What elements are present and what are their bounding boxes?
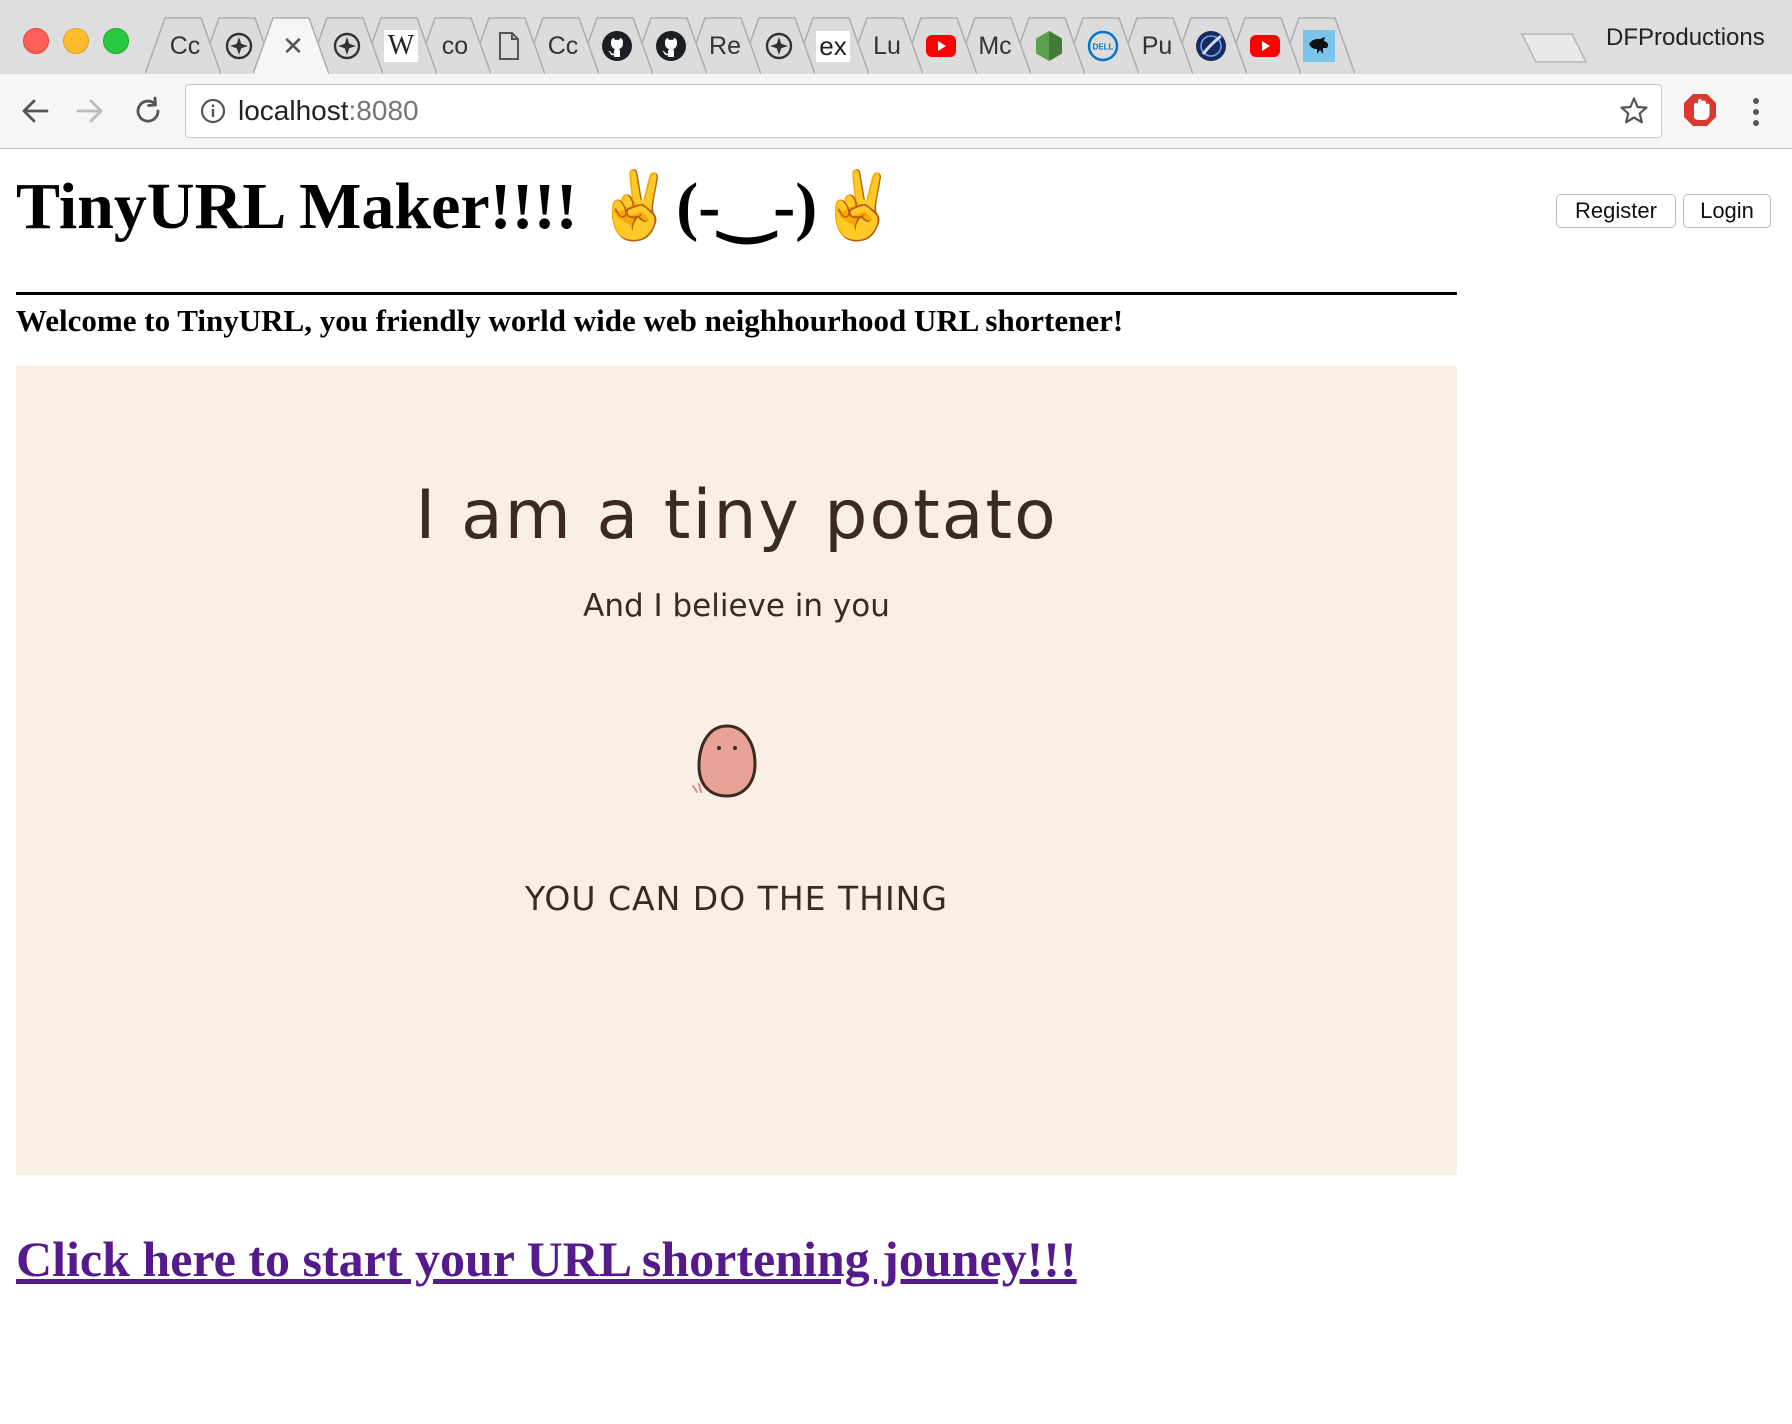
tab-label: Cc [169,31,201,60]
tab-content: Cc [163,27,207,65]
globe-icon [1189,27,1233,65]
profile-name[interactable]: DFProductions [1606,24,1765,52]
info-icon[interactable] [200,98,226,124]
tab-content: Re [703,27,747,65]
start-shortening-link[interactable]: Click here to start your URL shortening … [16,1230,1077,1288]
tab-label: Lu [873,31,901,60]
bookmark-star-icon[interactable] [1619,96,1649,126]
tab-content: ex [811,27,855,65]
tab-label: Mc [978,31,1012,60]
tab-content: Lu [865,27,909,65]
reload-icon [136,96,160,123]
github-icon [649,27,693,65]
document-icon [487,27,531,65]
url-port: :8080 [348,95,419,126]
youtube-icon [919,27,963,65]
page: TinyURL Maker!!!! ✌️(-‿-)✌️ Register Log… [0,149,1792,1424]
close-icon[interactable]: ✕ [271,27,315,65]
back-arrow-icon [22,99,49,123]
browser-menu-icon[interactable] [1744,94,1768,130]
image-title: I am a tiny potato [415,476,1058,555]
tab-label: Cc [547,31,579,60]
tab-content: Mc [973,27,1017,65]
welcome-text: Welcome to TinyURL, you friendly world w… [16,303,1124,338]
page-title: TinyURL Maker!!!! ✌️(-‿-)✌️ [16,170,900,243]
compass-icon [757,27,801,65]
dell-text: DELL [1093,43,1114,52]
browser-toolbar: localhost:8080 [0,74,1792,149]
dell-icon: DELL [1081,27,1125,65]
forward-arrow-icon [76,99,103,123]
tab-content: Pu [1135,27,1179,65]
tab-content: W [379,27,423,65]
tab-label: Re [709,31,741,60]
divider [16,292,1457,295]
tab-active[interactable]: ✕ [253,17,329,74]
image-footer: YOU CAN DO THE THING [525,879,948,918]
bird-icon [1297,27,1341,65]
github-icon [595,27,639,65]
register-button[interactable]: Register [1556,194,1676,228]
tab-strip: Cc ✕ Wco Cc Re ex Lu Mc DELL Pu DFProductions [0,0,1792,74]
tab-label: W [383,30,419,62]
adblock-extension-icon[interactable] [1682,92,1718,130]
address-url[interactable]: localhost:8080 [238,95,419,127]
tab-label: Pu [1141,31,1173,60]
tiny-potato-image: I am a tiny potato And I believe in you … [16,366,1457,1175]
back-button[interactable] [17,93,53,129]
browser-tab[interactable]: Cc [145,17,221,74]
tab-label: ex [816,30,850,62]
url-host: localhost [238,95,349,126]
address-bar[interactable]: localhost:8080 [185,84,1662,138]
hexagon-icon [1027,27,1071,65]
tab-content: co [433,27,477,65]
tab-label: co [441,31,469,60]
reload-button[interactable] [130,93,166,129]
image-subtitle: And I believe in you [583,588,890,624]
new-tab-button[interactable] [1520,32,1588,64]
potato-icon [692,724,757,798]
forward-button[interactable] [72,93,108,129]
youtube-icon [1243,27,1287,65]
close-window-button[interactable] [23,28,49,54]
compass-icon [325,27,369,65]
minimize-window-button[interactable] [63,28,89,54]
login-button[interactable]: Login [1683,194,1771,228]
maximize-window-button[interactable] [103,28,129,54]
tab-content: Cc [541,27,585,65]
